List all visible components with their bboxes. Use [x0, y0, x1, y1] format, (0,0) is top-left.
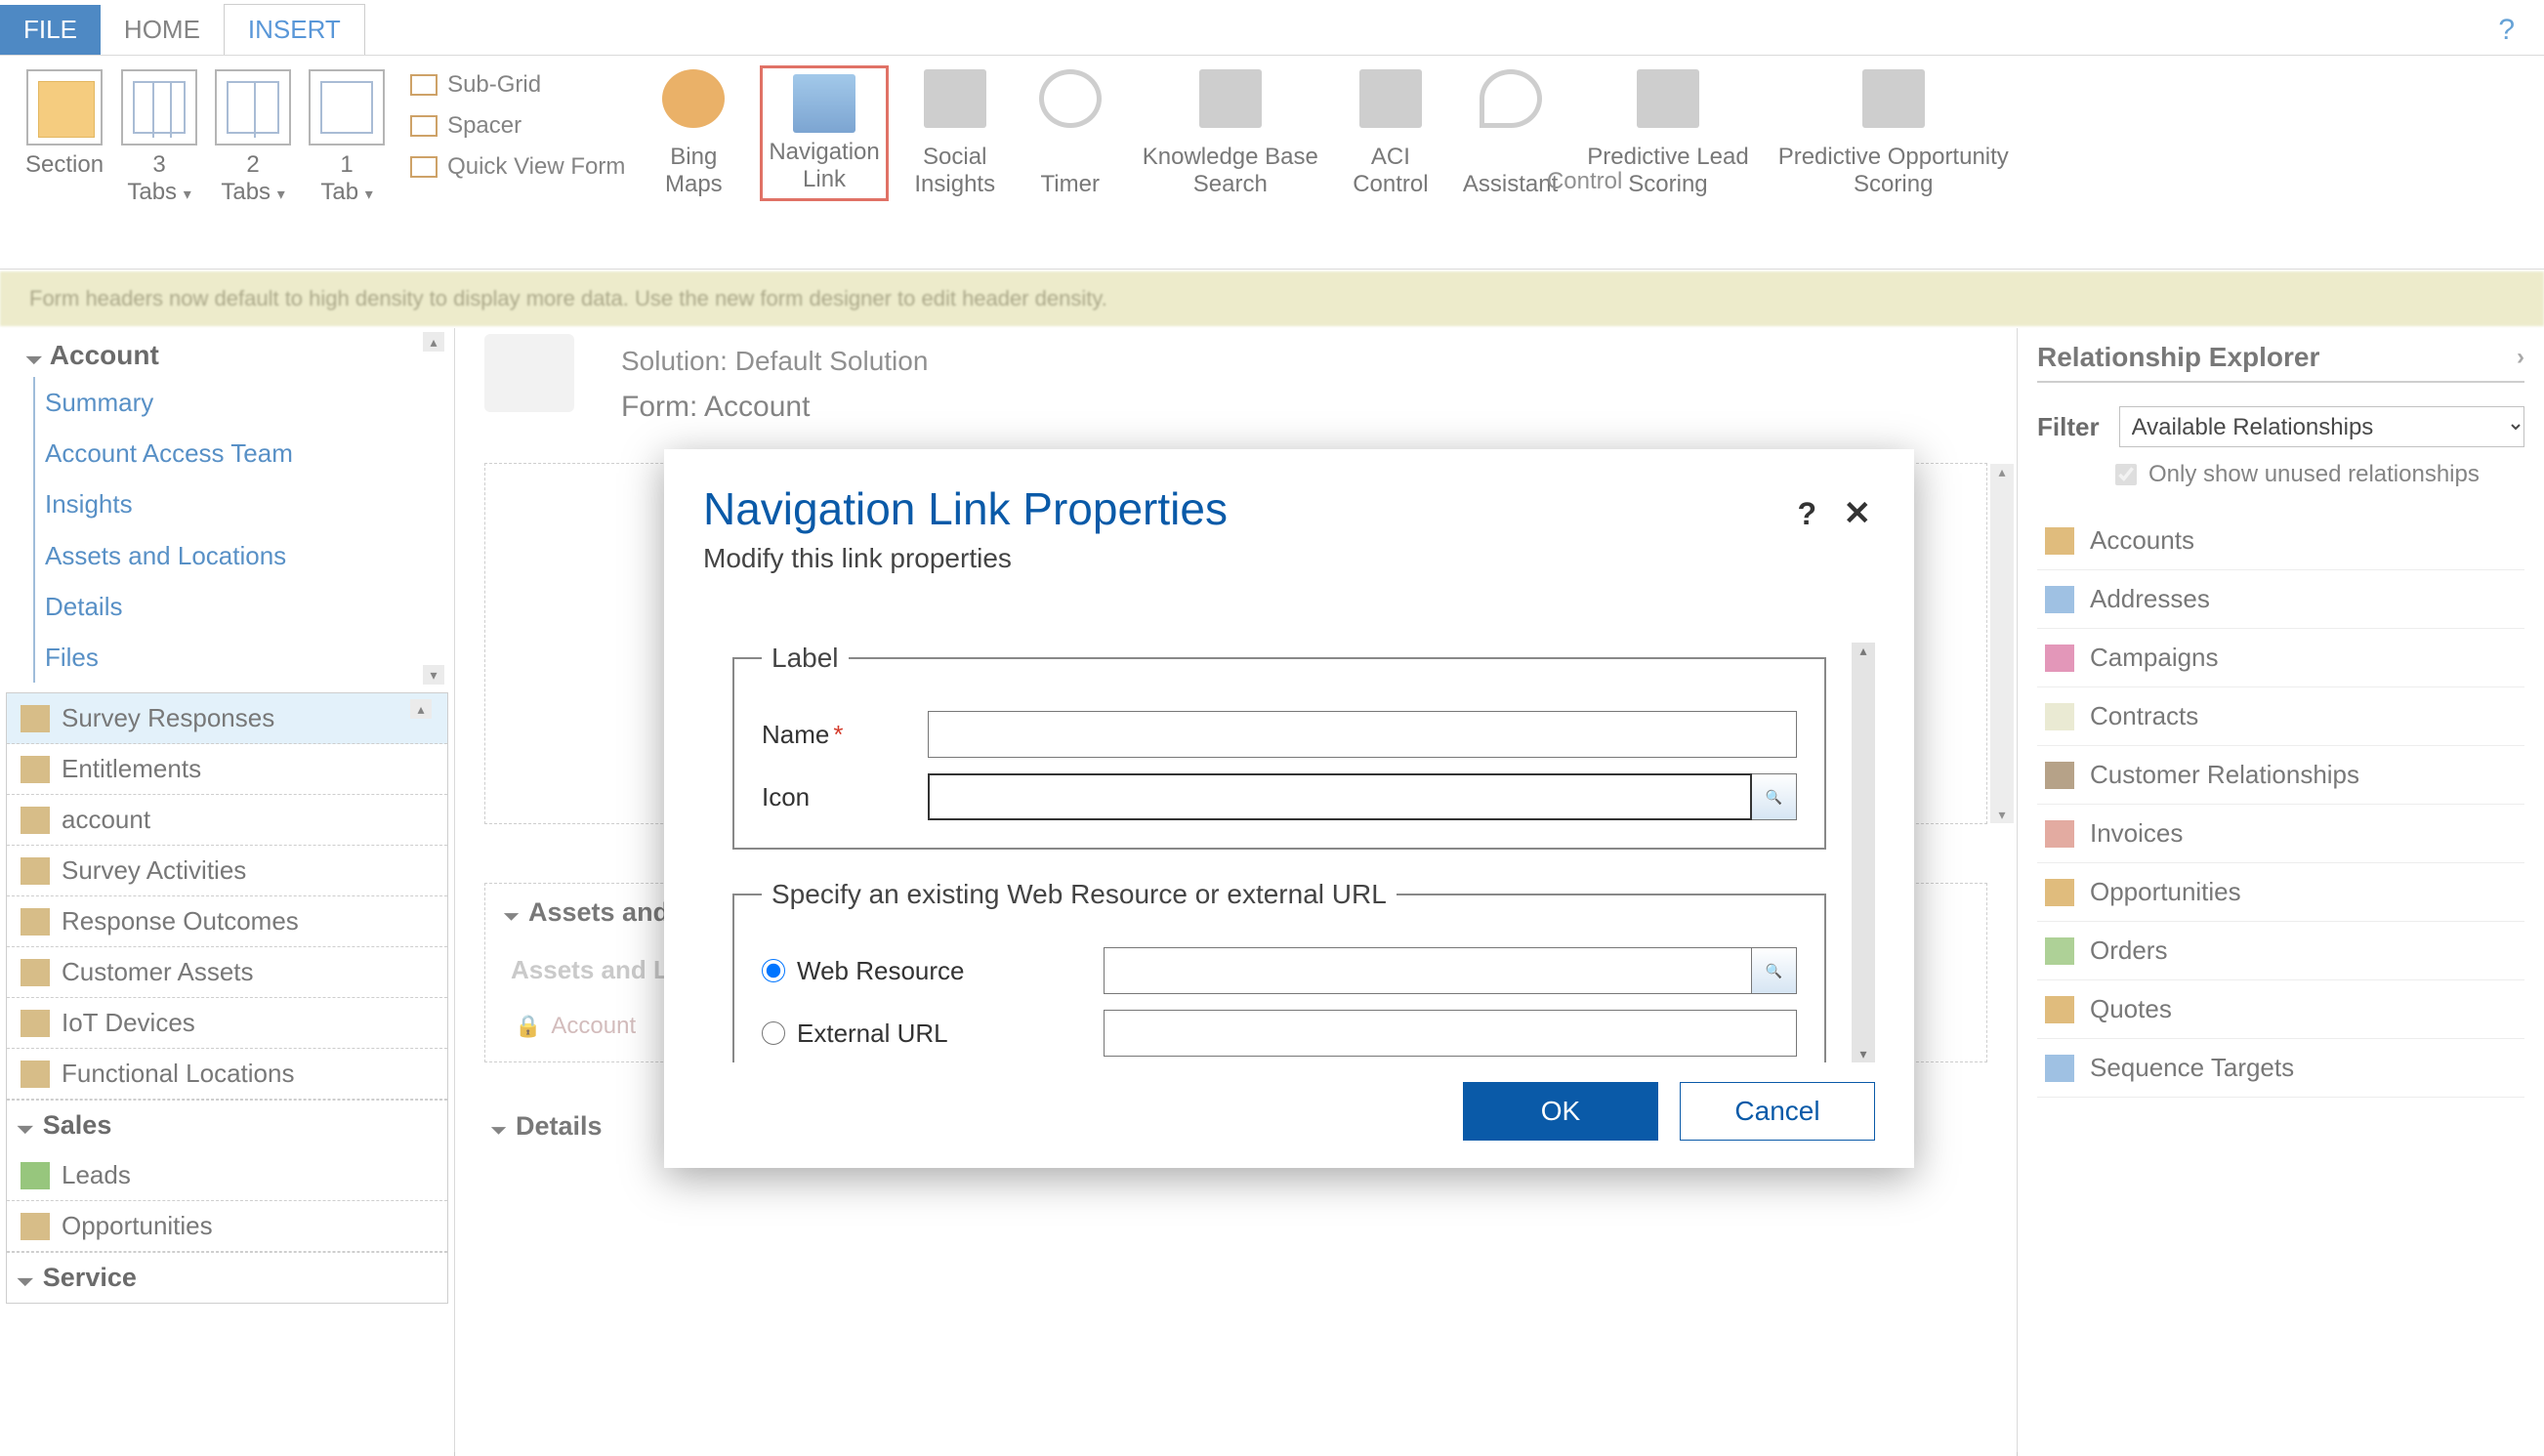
name-input[interactable]	[928, 711, 1797, 758]
web-resource-radio[interactable]	[762, 959, 785, 982]
external-url-input[interactable]	[1104, 1010, 1797, 1057]
web-resource-input[interactable]	[1104, 947, 1752, 994]
web-resource-lookup-button[interactable]: 🔍	[1752, 947, 1797, 994]
web-resource-label: Web Resource	[797, 956, 965, 986]
dialog-title: Navigation Link Properties	[703, 482, 1875, 535]
resource-legend: Specify an existing Web Resource or exte…	[762, 879, 1397, 910]
icon-lookup-button[interactable]: 🔍	[1752, 773, 1797, 820]
icon-label: Icon	[762, 782, 908, 812]
external-url-radio[interactable]	[762, 1021, 785, 1045]
label-legend: Label	[762, 643, 849, 674]
dialog-body: Label Name* Icon 🔍 Specify an existing W…	[703, 643, 1875, 1062]
dialog-help-icon[interactable]: ?	[1797, 496, 1816, 532]
icon-input[interactable]	[928, 773, 1752, 820]
external-url-label: External URL	[797, 1019, 948, 1049]
ok-button[interactable]: OK	[1463, 1082, 1658, 1141]
resource-fieldset: Specify an existing Web Resource or exte…	[732, 879, 1826, 1062]
navigation-link-properties-dialog: Navigation Link Properties Modify this l…	[664, 449, 1914, 1168]
dialog-close-icon[interactable]: ✕	[1844, 494, 1872, 533]
dialog-scrollbar[interactable]	[1852, 643, 1875, 1062]
label-fieldset: Label Name* Icon 🔍	[732, 643, 1826, 850]
cancel-button[interactable]: Cancel	[1680, 1082, 1875, 1141]
name-label: Name*	[762, 720, 908, 750]
dialog-subtitle: Modify this link properties	[703, 543, 1875, 574]
